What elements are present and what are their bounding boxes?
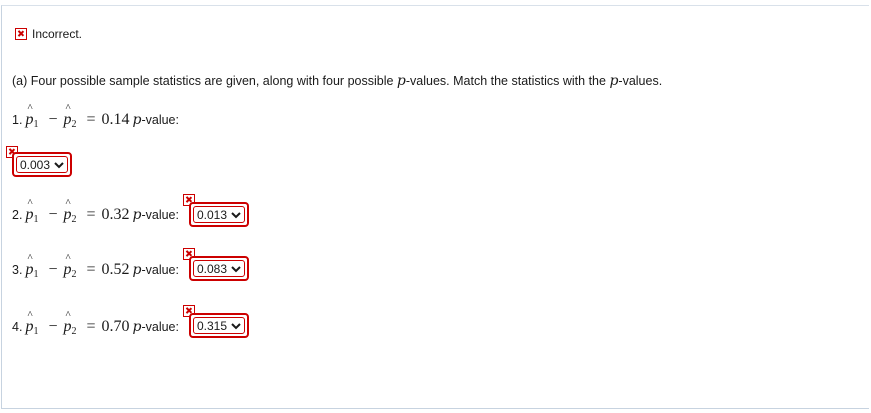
statistic-value: 0.14	[101, 111, 130, 128]
statistic-item-3: 3. p1 − p2 = 0.52 p-value:	[12, 252, 179, 280]
p-value-dropdown-3[interactable]: 0.083	[193, 260, 246, 277]
p-value-label: -value:	[141, 263, 179, 277]
subscript: 2	[71, 119, 77, 130]
p-hat: p	[25, 309, 33, 336]
p-value-dropdown-4[interactable]: 0.315	[193, 317, 246, 334]
p-variable: p	[396, 73, 406, 89]
equals-sign: =	[86, 318, 96, 335]
p-hat: p	[25, 252, 33, 279]
item-number: 2.	[12, 208, 23, 222]
statistic-expression: p1 − p2 = 0.52	[25, 252, 130, 280]
p-variable: p	[132, 207, 142, 223]
statistic-expression: p1 − p2 = 0.70	[25, 309, 130, 337]
p-hat: p	[63, 197, 71, 224]
p-variable: p	[132, 319, 142, 335]
selected-value: 0.315	[197, 318, 228, 333]
selected-value: 0.083	[197, 261, 228, 276]
statistic-item-4: 4. p1 − p2 = 0.70 p-value:	[12, 309, 179, 337]
status-message: Incorrect.	[15, 27, 82, 41]
statistic-item-2: 2. p1 − p2 = 0.32 p-value:	[12, 197, 179, 225]
statistic-value: 0.32	[101, 206, 130, 223]
chevron-down-icon	[231, 322, 241, 329]
p-hat: p	[25, 197, 33, 224]
item-number: 3.	[12, 263, 23, 277]
p-variable: p	[132, 112, 142, 128]
p-hat: p	[25, 102, 33, 129]
p-value-dropdown-2[interactable]: 0.013	[193, 206, 246, 223]
p-hat: p	[63, 102, 71, 129]
subscript: 2	[71, 214, 77, 225]
p-value-label: -value:	[141, 208, 179, 222]
p-value-dropdown-1[interactable]: 0.003	[16, 156, 69, 173]
selected-value: 0.013	[197, 207, 228, 222]
minus-sign: −	[48, 318, 58, 335]
p-value-label: -value:	[141, 113, 179, 127]
minus-sign: −	[48, 111, 58, 128]
status-text: Incorrect.	[32, 27, 83, 41]
statistic-value: 0.70	[101, 318, 130, 335]
minus-sign: −	[48, 261, 58, 278]
p-value-select-4[interactable]: 0.315	[189, 313, 250, 338]
question-suffix: -values.	[618, 74, 663, 88]
incorrect-x-icon	[15, 28, 27, 40]
subscript: 1	[33, 269, 39, 280]
p-hat: p	[63, 309, 71, 336]
statistic-expression: p1 − p2 = 0.32	[25, 197, 130, 225]
subscript: 2	[71, 326, 77, 337]
subscript: 2	[71, 269, 77, 280]
equals-sign: =	[86, 206, 96, 223]
statistic-expression: p1 − p2 = 0.14	[25, 102, 130, 130]
chevron-down-icon	[54, 161, 64, 168]
equals-sign: =	[86, 261, 96, 278]
question-text: (a) Four possible sample statistics are …	[12, 73, 662, 89]
statistic-item-1: 1. p1 − p2 = 0.14 p-value:	[12, 102, 179, 130]
item-number: 4.	[12, 320, 23, 334]
chevron-down-icon	[231, 265, 241, 272]
question-middle: -values. Match the statistics with the	[405, 74, 610, 88]
p-value-select-2[interactable]: 0.013	[189, 202, 250, 227]
selected-value: 0.003	[20, 157, 51, 172]
chevron-down-icon	[231, 211, 241, 218]
item-number: 1.	[12, 113, 23, 127]
minus-sign: −	[48, 206, 58, 223]
subscript: 1	[33, 214, 39, 225]
question-prefix: (a) Four possible sample statistics are …	[12, 74, 397, 88]
subscript: 1	[33, 326, 39, 337]
p-hat: p	[63, 252, 71, 279]
statistic-value: 0.52	[101, 261, 130, 278]
equals-sign: =	[86, 111, 96, 128]
p-value-label: -value:	[141, 320, 179, 334]
subscript: 1	[33, 119, 39, 130]
p-value-select-3[interactable]: 0.083	[189, 256, 250, 281]
p-variable: p	[132, 262, 142, 278]
p-value-select-1[interactable]: 0.003	[12, 152, 73, 177]
